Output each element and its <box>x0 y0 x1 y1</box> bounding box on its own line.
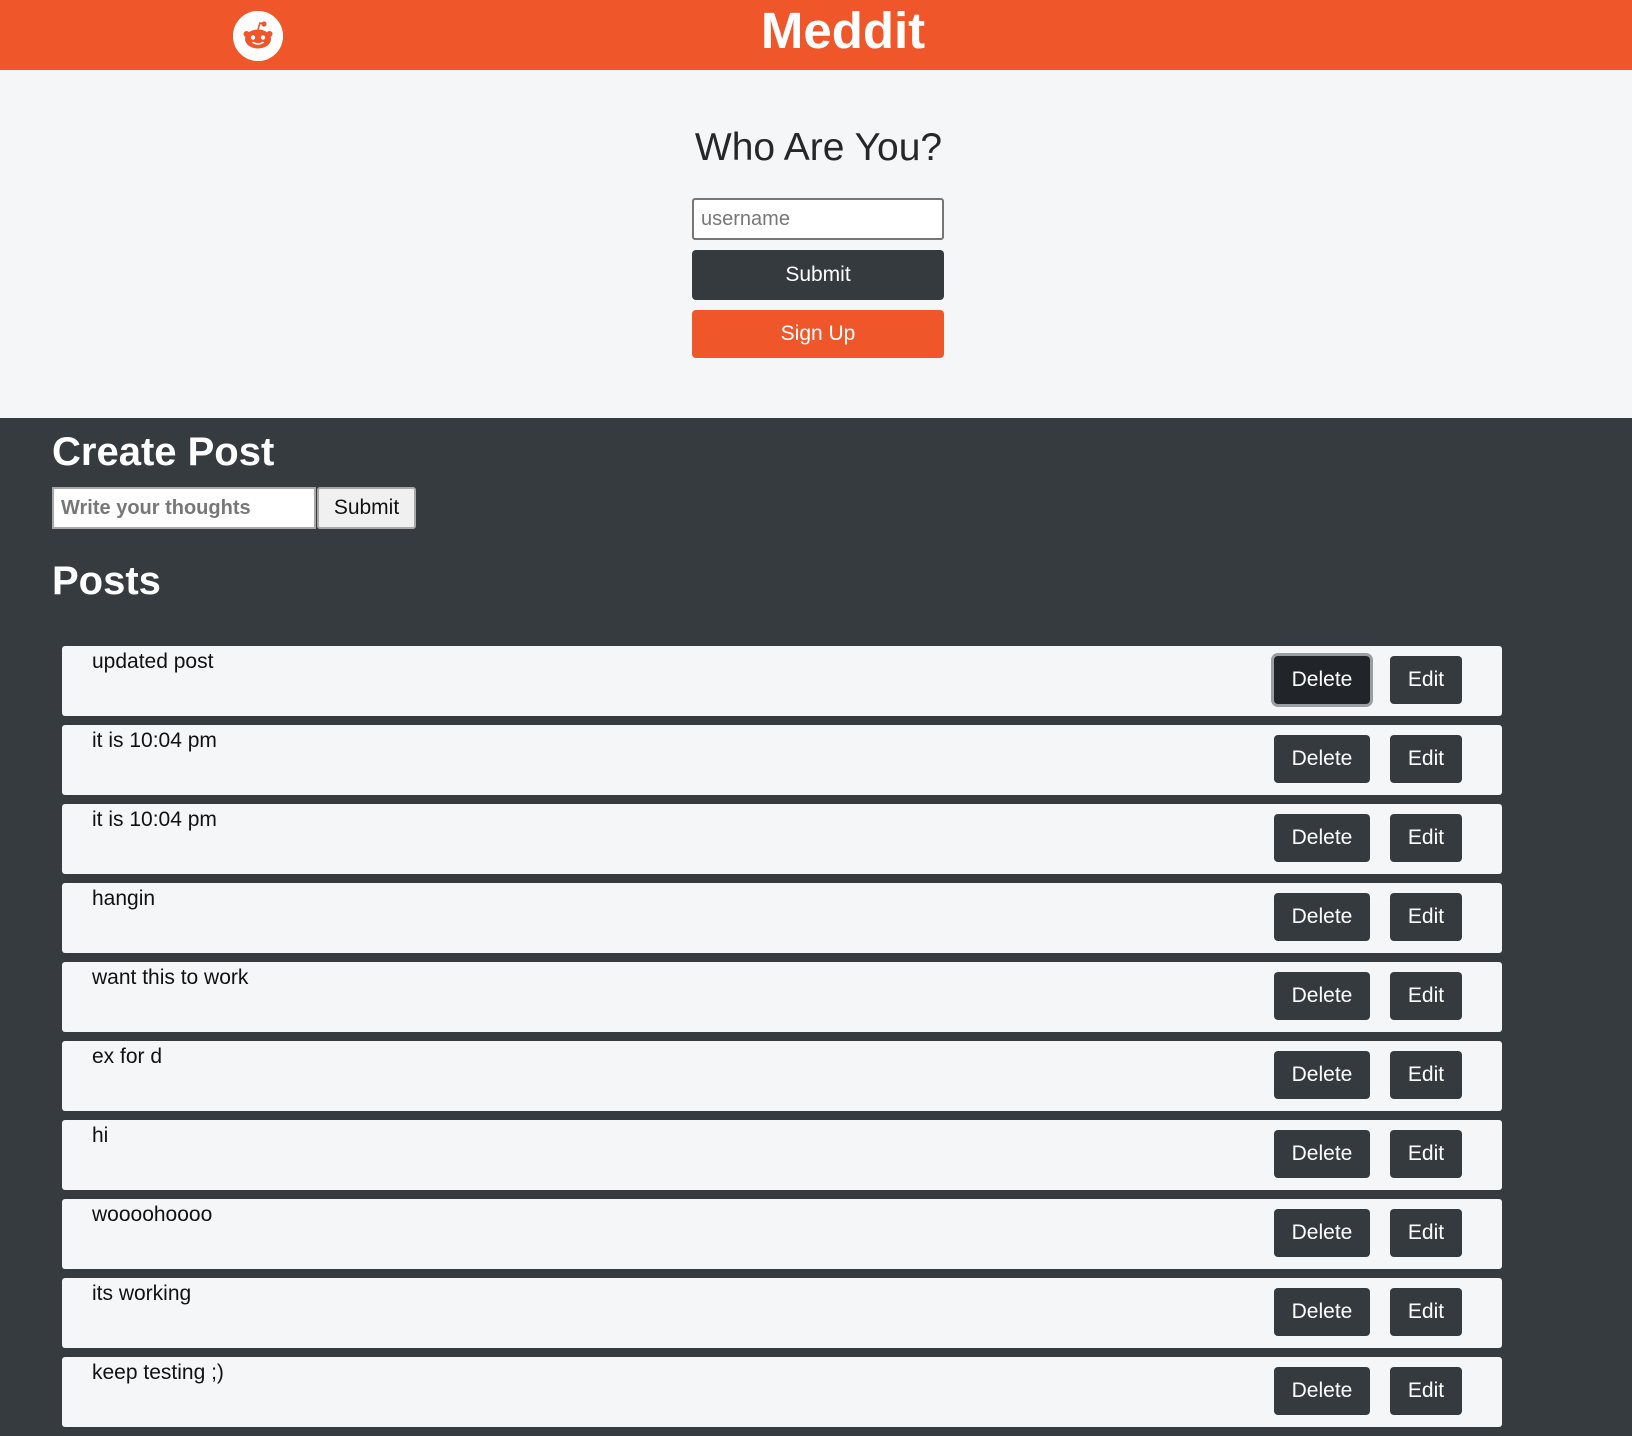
edit-button[interactable]: Edit <box>1390 1288 1462 1336</box>
post-item: woooohoooo Delete Edit <box>62 1199 1502 1269</box>
edit-button[interactable]: Edit <box>1390 1367 1462 1415</box>
delete-button[interactable]: Delete <box>1274 1051 1370 1099</box>
sign-up-button[interactable]: Sign Up <box>692 310 944 358</box>
post-item: want this to work Delete Edit <box>62 962 1502 1032</box>
edit-button[interactable]: Edit <box>1390 972 1462 1020</box>
edit-button[interactable]: Edit <box>1390 1051 1462 1099</box>
post-text: woooohoooo <box>92 1203 213 1226</box>
login-submit-button[interactable]: Submit <box>692 250 944 300</box>
post-item: ex for d Delete Edit <box>62 1041 1502 1111</box>
post-item: its working Delete Edit <box>62 1278 1502 1348</box>
post-item: keep testing ;) Delete Edit <box>62 1357 1502 1427</box>
delete-button[interactable]: Delete <box>1274 1130 1370 1178</box>
edit-button[interactable]: Edit <box>1390 814 1462 862</box>
delete-button[interactable]: Delete <box>1274 1209 1370 1257</box>
edit-button[interactable]: Edit <box>1390 893 1462 941</box>
post-text: hangin <box>92 887 156 910</box>
login-section: Who Are You? Submit Sign Up <box>0 70 1632 418</box>
post-text: hi <box>92 1124 109 1147</box>
edit-button[interactable]: Edit <box>1390 735 1462 783</box>
delete-button[interactable]: Delete <box>1274 1367 1370 1415</box>
post-text: updated post <box>92 650 214 673</box>
posts-title: Posts <box>52 559 161 603</box>
post-submit-button[interactable]: Submit <box>317 487 416 529</box>
post-text: keep testing ;) <box>92 1361 224 1384</box>
posts-section: Create Post Submit Posts updated post De… <box>0 418 1632 1434</box>
delete-button[interactable]: Delete <box>1274 972 1370 1020</box>
delete-button[interactable]: Delete <box>1274 814 1370 862</box>
create-post-title: Create Post <box>52 430 275 474</box>
username-input[interactable] <box>692 198 944 240</box>
edit-button[interactable]: Edit <box>1390 656 1462 704</box>
delete-button[interactable]: Delete <box>1274 1288 1370 1336</box>
post-text: ex for d <box>92 1045 163 1068</box>
post-input[interactable] <box>52 487 316 529</box>
delete-button[interactable]: Delete <box>1274 656 1370 704</box>
post-text: it is 10:04 pm <box>92 729 217 752</box>
delete-button[interactable]: Delete <box>1274 893 1370 941</box>
post-item: it is 10:04 pm Delete Edit <box>62 804 1502 874</box>
edit-button[interactable]: Edit <box>1390 1130 1462 1178</box>
post-text: it is 10:04 pm <box>92 808 217 831</box>
post-item: it is 10:04 pm Delete Edit <box>62 725 1502 795</box>
post-text: want this to work <box>92 966 249 989</box>
edit-button[interactable]: Edit <box>1390 1209 1462 1257</box>
post-text: its working <box>92 1282 192 1305</box>
login-title: Who Are You? <box>694 126 943 169</box>
post-list: updated post Delete Edit it is 10:04 pm … <box>62 646 1502 1436</box>
post-item: hangin Delete Edit <box>62 883 1502 953</box>
top-header: Meddit <box>0 0 1632 70</box>
site-title: Meddit <box>760 2 926 59</box>
post-item: hi Delete Edit <box>62 1120 1502 1190</box>
post-item: updated post Delete Edit <box>62 646 1502 716</box>
delete-button[interactable]: Delete <box>1274 735 1370 783</box>
